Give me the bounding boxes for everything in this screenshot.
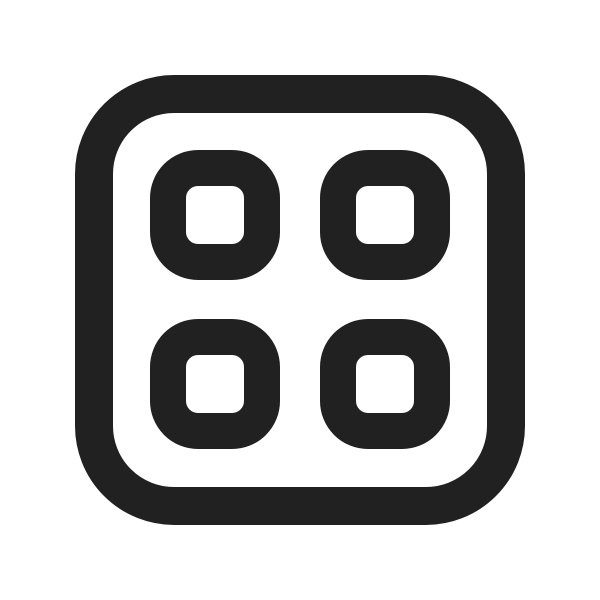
- outer-frame: [75, 75, 525, 525]
- icon-canvas: [0, 0, 600, 600]
- tile-bottom-right: [320, 319, 450, 449]
- tile-bottom-left: [150, 319, 280, 449]
- grid-apps-icon: [75, 75, 525, 525]
- tile-top-left: [150, 150, 280, 280]
- tile-top-right: [320, 150, 450, 280]
